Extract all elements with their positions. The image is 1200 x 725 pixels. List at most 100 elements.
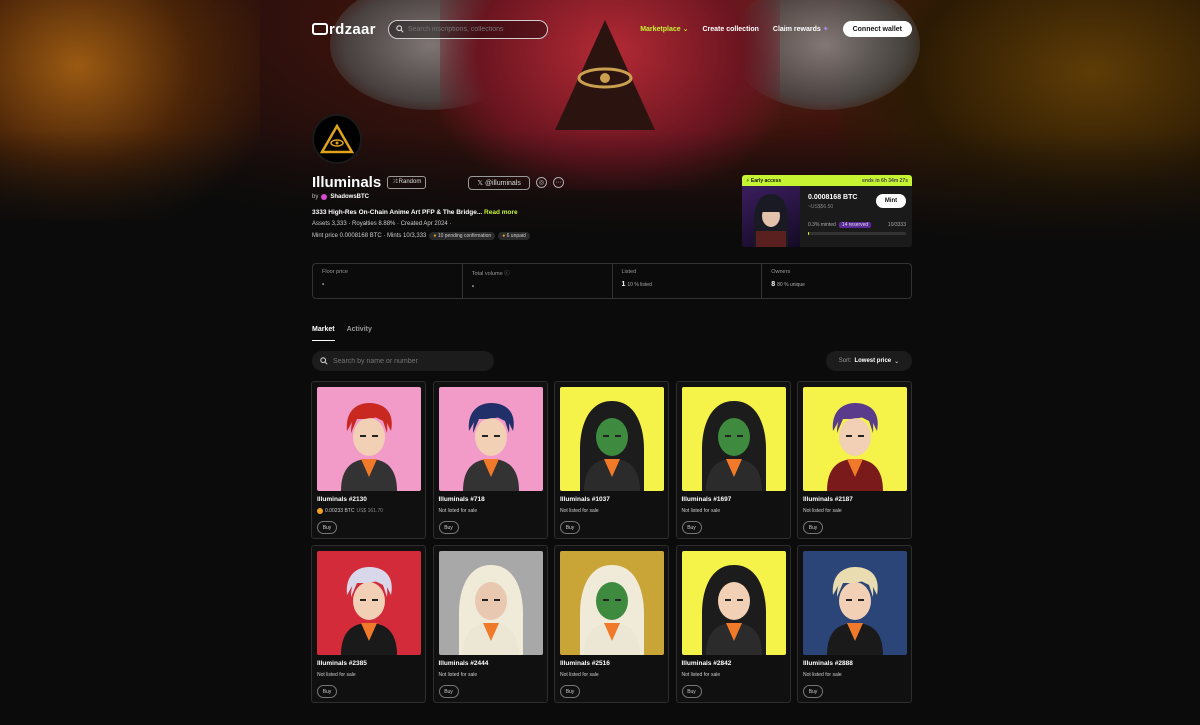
item-image[interactable]	[803, 551, 907, 655]
item-name[interactable]: Illuminals #2130	[317, 496, 367, 503]
mint-price: 0.0008168 BTC	[808, 194, 858, 201]
logo-mark-icon	[312, 23, 328, 35]
twitter-link[interactable]: 𝕏 @illuminals	[468, 175, 530, 190]
bitcoin-icon	[317, 508, 323, 514]
item-status: Not listed for sale	[560, 672, 599, 678]
item-image[interactable]	[560, 551, 664, 655]
item-status: 0.00233 BTC US$ 161.70	[317, 508, 383, 514]
creator-name[interactable]: ShadowsBTC	[330, 194, 369, 200]
item-image[interactable]	[560, 387, 664, 491]
buy-button[interactable]: Buy	[317, 521, 337, 534]
nav-create-collection[interactable]: Create collection	[702, 26, 758, 33]
buy-button[interactable]: Buy	[803, 685, 823, 698]
item-image[interactable]	[317, 387, 421, 491]
chevron-down-icon: ⌄	[894, 358, 900, 365]
nav-claim-rewards[interactable]: Claim rewards ✦	[773, 25, 829, 33]
illuminati-triangle-icon	[320, 124, 354, 154]
item-name[interactable]: Illuminals #2516	[560, 660, 610, 667]
item-card[interactable]: Illuminals #718 Not listed for sale Buy	[432, 381, 548, 539]
item-card[interactable]: Illuminals #2444 Not listed for sale Buy	[432, 545, 548, 703]
collection-description: 3333 High-Res On-Chain Anime Art PFP & T…	[312, 209, 518, 216]
global-search[interactable]	[387, 19, 548, 39]
mint-card: ⚡ Early access ends in 6h 34m 27s 0.0008…	[742, 175, 912, 247]
item-image[interactable]	[681, 551, 786, 655]
unpaid-badge: ● 6 unpaid	[498, 232, 530, 240]
tab-market[interactable]: Market	[312, 326, 335, 341]
item-card[interactable]: Illuminals #2842 Not listed for sale Buy	[675, 545, 791, 703]
item-search[interactable]	[312, 351, 494, 371]
item-grid: Illuminals #2130 0.00233 BTC US$ 161.70 …	[311, 381, 913, 703]
buy-button[interactable]: Buy	[317, 685, 337, 698]
discord-icon[interactable]: ◎	[535, 177, 547, 188]
item-image[interactable]	[317, 551, 421, 655]
item-image[interactable]	[438, 387, 543, 491]
buy-button[interactable]: Buy	[681, 685, 702, 698]
mint-button[interactable]: Mint	[876, 194, 906, 208]
medal-icon: ✦	[822, 26, 829, 33]
tab-activity[interactable]: Activity	[347, 326, 372, 341]
mint-timer: ends in 6h 34m 27s	[862, 177, 908, 184]
buy-button[interactable]: Buy	[438, 685, 459, 698]
mint-meta: Mint price 0.0008168 BTC · Mints 10/3,33…	[312, 232, 530, 240]
mint-preview-image	[742, 186, 800, 247]
item-card[interactable]: Illuminals #1037 Not listed for sale Buy	[554, 381, 669, 539]
item-status: Not listed for sale	[317, 672, 356, 678]
item-status: Not listed for sale	[438, 508, 478, 514]
buy-button[interactable]: Buy	[681, 521, 702, 534]
reserved-badge: 14 reserved	[838, 222, 872, 228]
stat-floor-price: Floor price -	[313, 264, 463, 298]
info-icon[interactable]: ⓘ	[504, 271, 510, 277]
early-access-label: ⚡ Early access	[746, 177, 782, 184]
stat-owners: Owners 8 80 % unique	[771, 269, 805, 288]
item-image[interactable]	[438, 551, 543, 655]
item-status: Not listed for sale	[438, 672, 478, 678]
mint-progress-bar	[808, 232, 906, 235]
collection-tabs: Market Activity	[312, 326, 372, 341]
read-more-link[interactable]: Read more	[484, 209, 518, 216]
item-name[interactable]: Illuminals #2385	[317, 660, 367, 667]
chevron-down-icon: ⌄	[682, 26, 689, 33]
sort-dropdown[interactable]: Sort: Lowest price ⌄	[826, 351, 912, 371]
top-nav: rdzaar Marketplace ⌄ Create collection C…	[312, 18, 912, 40]
item-status: Not listed for sale	[681, 672, 721, 678]
random-chip[interactable]: ⤨ Random	[387, 176, 427, 189]
item-status: Not listed for sale	[803, 508, 842, 514]
item-name[interactable]: Illuminals #2444	[439, 660, 489, 667]
connect-wallet-button[interactable]: Connect wallet	[842, 21, 912, 37]
item-card[interactable]: Illuminals #2888 Not listed for sale Buy	[797, 545, 912, 703]
item-name[interactable]: Illuminals #2842	[682, 660, 732, 667]
item-name[interactable]: Illuminals #718	[439, 496, 485, 503]
item-image[interactable]	[681, 387, 786, 491]
item-card[interactable]: Illuminals #2187 Not listed for sale Buy	[797, 381, 912, 539]
item-name[interactable]: Illuminals #1697	[682, 496, 732, 503]
mint-count: 10/3333	[887, 222, 906, 228]
stat-listed: Listed 1 10 % listed	[613, 264, 763, 298]
item-name[interactable]: Illuminals #2187	[803, 496, 853, 503]
item-card[interactable]: Illuminals #2516 Not listed for sale Buy	[554, 545, 669, 703]
item-status: Not listed for sale	[803, 672, 842, 678]
pending-badge: ● 10 pending confirmation	[429, 232, 496, 240]
creator-avatar	[321, 194, 328, 200]
item-search-input[interactable]	[333, 357, 483, 365]
item-status: Not listed for sale	[681, 508, 721, 514]
search-icon	[320, 357, 328, 365]
more-options-icon[interactable]: ⋯	[552, 177, 564, 188]
collection-stats: Floor price - Total volume ⓘ - Listed 11…	[312, 263, 912, 299]
item-name[interactable]: Illuminals #1037	[560, 496, 610, 503]
item-name[interactable]: Illuminals #2888	[803, 660, 853, 667]
item-image[interactable]	[803, 387, 907, 491]
item-card[interactable]: Illuminals #2130 0.00233 BTC US$ 161.70 …	[311, 381, 426, 539]
ordzaar-logo[interactable]: rdzaar	[312, 21, 376, 38]
global-search-input[interactable]	[407, 25, 538, 33]
collection-avatar	[312, 114, 362, 164]
item-card[interactable]: Illuminals #2385 Not listed for sale Buy	[311, 545, 426, 703]
nav-marketplace[interactable]: Marketplace ⌄	[640, 25, 688, 33]
buy-button[interactable]: Buy	[803, 521, 823, 534]
buy-button[interactable]: Buy	[438, 521, 459, 534]
buy-button[interactable]: Buy	[560, 521, 580, 534]
buy-button[interactable]: Buy	[560, 685, 580, 698]
item-card[interactable]: Illuminals #1697 Not listed for sale Buy	[675, 381, 791, 539]
creator-byline: by ShadowsBTC	[312, 194, 370, 200]
search-icon	[396, 25, 404, 33]
logo-text: rdzaar	[329, 20, 376, 38]
